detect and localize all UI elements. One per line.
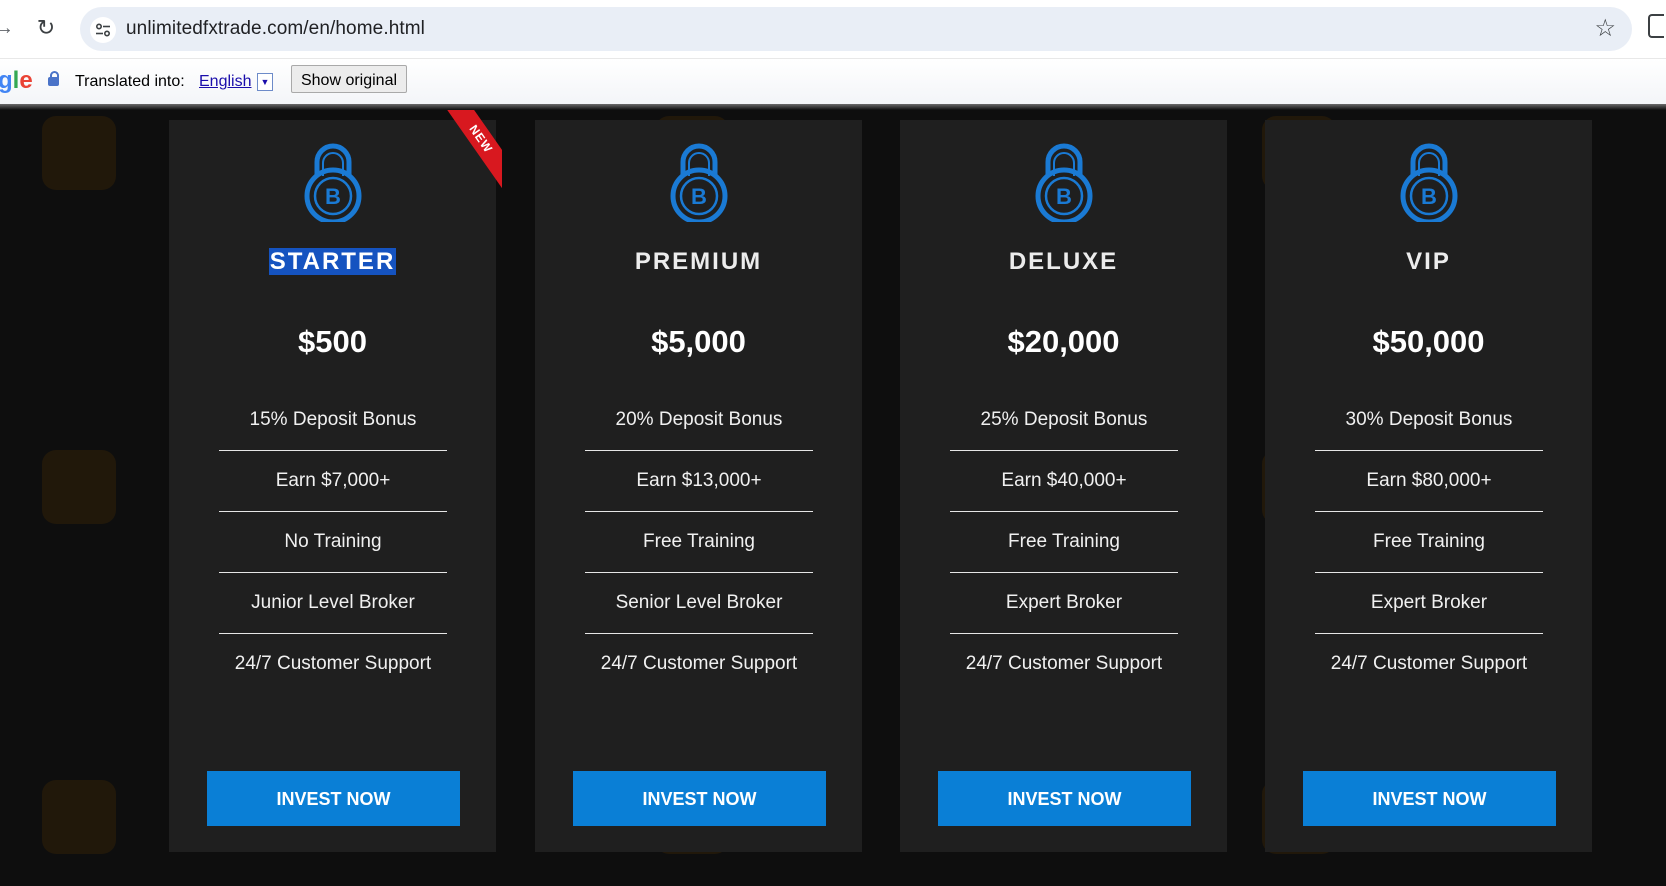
language-dropdown-icon[interactable]: ▼ <box>257 73 273 91</box>
feature-item: No Training <box>219 512 447 573</box>
watermark-logo <box>42 450 116 524</box>
bitcoin-padlock-icon: B <box>1400 143 1458 222</box>
plan-card-premium: B PREMIUM $5,000 20% Deposit Bonus Earn … <box>535 120 862 852</box>
svg-text:B: B <box>1056 184 1072 209</box>
invest-now-button[interactable]: INVEST NOW <box>573 771 826 826</box>
feature-item: Free Training <box>950 512 1178 573</box>
new-ribbon-label: NEW <box>440 110 502 191</box>
extensions-icon[interactable] <box>1648 14 1664 38</box>
reload-icon[interactable]: ↻ <box>32 14 60 42</box>
feature-list: 25% Deposit Bonus Earn $40,000+ Free Tra… <box>950 390 1178 695</box>
feature-item: Expert Broker <box>1315 573 1543 634</box>
svg-text:B: B <box>691 184 707 209</box>
plan-price: $500 <box>298 324 367 359</box>
feature-item: Junior Level Broker <box>219 573 447 634</box>
plan-price: $5,000 <box>651 324 746 359</box>
feature-item: Free Training <box>585 512 813 573</box>
plan-title: PREMIUM <box>634 248 763 275</box>
watermark-logo <box>42 116 116 190</box>
tune-icon[interactable] <box>90 17 116 43</box>
plan-title-wrap: DELUXE <box>900 248 1227 276</box>
plan-title: STARTER <box>268 248 397 275</box>
watermark-logo <box>42 780 116 854</box>
feature-list: 30% Deposit Bonus Earn $80,000+ Free Tra… <box>1315 390 1543 695</box>
url-text[interactable]: unlimitedfxtrade.com/en/home.html <box>126 7 425 51</box>
show-original-button[interactable]: Show original <box>291 65 407 93</box>
star-icon[interactable]: ☆ <box>1594 16 1616 42</box>
feature-item: Free Training <box>1315 512 1543 573</box>
forward-arrow-icon[interactable]: → <box>0 16 14 40</box>
feature-item: 25% Deposit Bonus <box>950 390 1178 451</box>
feature-item: 24/7 Customer Support <box>234 653 432 674</box>
invest-now-button[interactable]: INVEST NOW <box>207 771 460 826</box>
plan-title-wrap: STARTER <box>169 248 496 276</box>
feature-item: Earn $80,000+ <box>1315 451 1543 512</box>
plan-title: DELUXE <box>1008 248 1119 275</box>
feature-item: 20% Deposit Bonus <box>585 390 813 451</box>
plan-card-deluxe: B DELUXE $20,000 25% Deposit Bonus Earn … <box>900 120 1227 852</box>
invest-now-button[interactable]: INVEST NOW <box>938 771 1191 826</box>
browser-toolbar: → ↻ unlimitedfxtrade.com/en/home.html ☆ <box>0 0 1666 58</box>
bitcoin-padlock-icon: B <box>1035 143 1093 222</box>
plan-card-vip: B VIP $50,000 30% Deposit Bonus Earn $80… <box>1265 120 1592 852</box>
feature-list: 15% Deposit Bonus Earn $7,000+ No Traini… <box>219 390 447 695</box>
plan-title-wrap: VIP <box>1265 248 1592 276</box>
plan-card-starter: B NEW STARTER $500 15% Deposit Bonus Ear… <box>169 110 502 852</box>
feature-list: 20% Deposit Bonus Earn $13,000+ Free Tra… <box>585 390 813 695</box>
feature-item: Earn $13,000+ <box>585 451 813 512</box>
pricing-section: B NEW STARTER $500 15% Deposit Bonus Ear… <box>0 110 1666 886</box>
feature-item: Earn $40,000+ <box>950 451 1178 512</box>
feature-item: 15% Deposit Bonus <box>219 390 447 451</box>
bitcoin-padlock-icon: B <box>304 143 362 222</box>
feature-item: Earn $7,000+ <box>219 451 447 512</box>
feature-item: Expert Broker <box>950 573 1178 634</box>
plan-title: VIP <box>1406 248 1451 275</box>
bitcoin-padlock-icon: B <box>670 143 728 222</box>
svg-text:B: B <box>325 184 341 209</box>
svg-text:B: B <box>1421 184 1437 209</box>
google-logo: gle <box>0 67 33 94</box>
translated-into-label: Translated into: <box>75 73 185 90</box>
feature-item: 30% Deposit Bonus <box>1315 390 1543 451</box>
feature-item: 24/7 Customer Support <box>1330 653 1528 674</box>
feature-item: 24/7 Customer Support <box>600 653 798 674</box>
plan-price: $50,000 <box>1372 324 1485 359</box>
invest-now-button[interactable]: INVEST NOW <box>1303 771 1556 826</box>
plan-price: $20,000 <box>1007 324 1120 359</box>
new-ribbon: NEW <box>434 110 502 198</box>
address-bar[interactable]: unlimitedfxtrade.com/en/home.html ☆ <box>80 7 1632 51</box>
language-link[interactable]: English <box>199 71 251 93</box>
feature-item: Senior Level Broker <box>585 573 813 634</box>
plan-title-wrap: PREMIUM <box>535 248 862 276</box>
feature-item: 24/7 Customer Support <box>965 653 1163 674</box>
lock-icon <box>48 71 59 86</box>
translate-bar: gle Translated into: English ▼ Show orig… <box>0 58 1666 105</box>
